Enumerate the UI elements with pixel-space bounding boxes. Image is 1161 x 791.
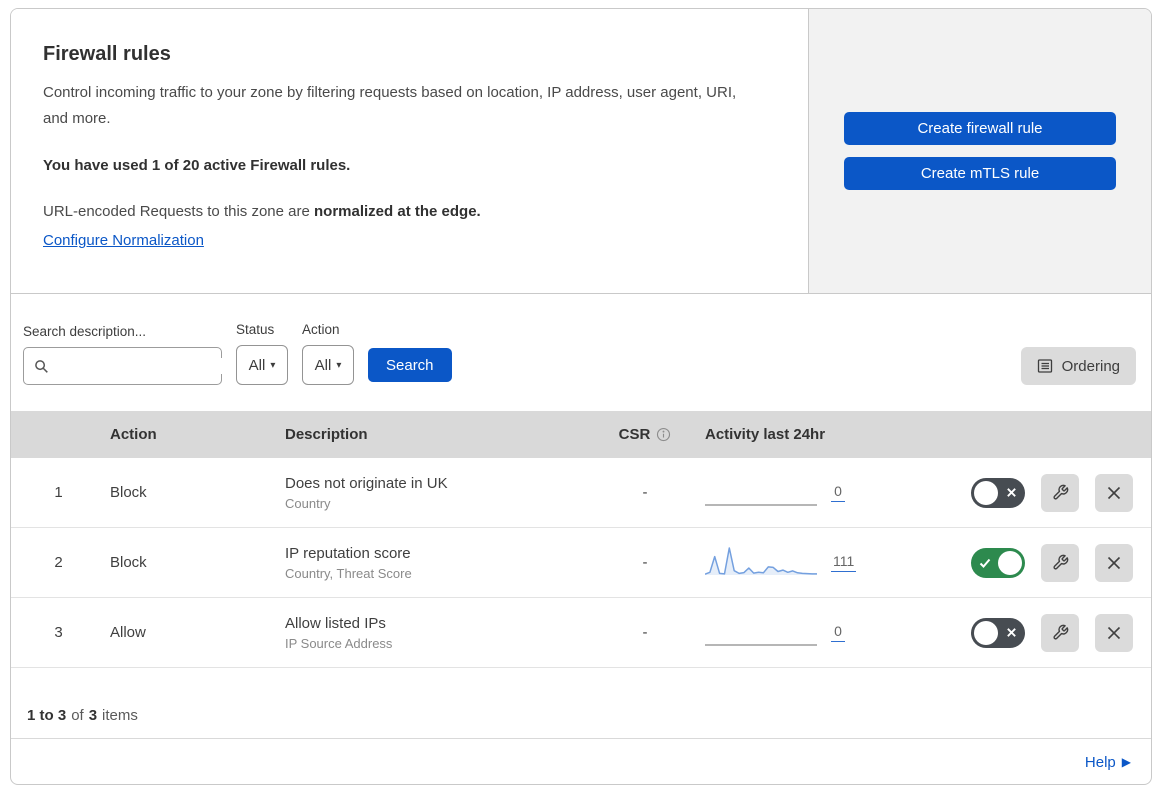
help-bar: Help ▶ — [11, 739, 1151, 784]
delete-rule-button[interactable] — [1095, 543, 1133, 582]
action-label: Action — [302, 322, 340, 337]
usage-summary: You have used 1 of 20 active Firewall ru… — [43, 157, 351, 174]
x-icon — [1006, 487, 1017, 498]
x-icon — [1006, 627, 1017, 638]
create-mtls-rule-button[interactable]: Create mTLS rule — [844, 157, 1116, 190]
activity-sparkline — [705, 503, 817, 506]
activity-count-link[interactable]: 0 — [831, 623, 845, 642]
search-box — [23, 347, 238, 385]
items-text: items — [102, 707, 138, 724]
page-description: Control incoming traffic to your zone by… — [43, 84, 737, 127]
rule-enabled-toggle[interactable] — [971, 547, 1025, 578]
rule-description: Allow listed IPs — [285, 614, 386, 632]
rule-description: IP reputation score — [285, 544, 411, 562]
ordering-label: Ordering — [1061, 357, 1120, 375]
edit-rule-button[interactable] — [1041, 543, 1079, 582]
create-firewall-rule-button[interactable]: Create firewall rule — [844, 112, 1116, 145]
rule-criteria: Country, Threat Score — [285, 565, 412, 581]
rule-csr: - — [642, 484, 648, 501]
toggle-knob — [998, 550, 1022, 575]
x-icon — [1106, 485, 1122, 501]
column-description: Description — [285, 426, 368, 443]
wrench-icon — [1052, 484, 1069, 501]
wrench-icon — [1052, 554, 1069, 571]
search-label: Search description... — [23, 324, 147, 339]
table-row: 3 Allow Allow listed IPs IP Source Addre… — [11, 598, 1151, 668]
search-icon — [34, 359, 49, 374]
info-icon[interactable] — [656, 427, 671, 442]
action-dropdown[interactable]: All ▾ — [302, 345, 354, 385]
edit-rule-button[interactable] — [1041, 613, 1079, 652]
filter-bar: Search description... Status All ▾ Actio… — [11, 294, 1151, 411]
table-row: 1 Block Does not originate in UK Country… — [11, 458, 1151, 528]
rule-criteria: IP Source Address — [285, 635, 393, 651]
delete-rule-button[interactable] — [1095, 613, 1133, 652]
actions-panel: Create firewall rule Create mTLS rule — [809, 9, 1151, 293]
rule-action: Block — [110, 554, 147, 571]
ordering-button[interactable]: Ordering — [1020, 347, 1136, 385]
normalization-note: URL-encoded Requests to this zone are no… — [43, 200, 768, 224]
normalization-bold: normalized at the edge. — [314, 203, 481, 220]
chevron-down-icon: ▾ — [270, 359, 276, 371]
x-icon — [1106, 555, 1122, 571]
rule-csr: - — [642, 624, 648, 641]
rule-enabled-toggle[interactable] — [971, 617, 1025, 648]
status-value: All — [248, 356, 266, 374]
page-title: Firewall rules — [43, 43, 171, 65]
activity-sparkline — [705, 546, 817, 575]
delete-rule-button[interactable] — [1095, 473, 1133, 512]
status-dropdown[interactable]: All ▾ — [236, 345, 288, 385]
column-csr: CSR — [618, 426, 651, 443]
toggle-knob — [974, 620, 998, 645]
x-icon — [1106, 625, 1122, 641]
intro-panel: Firewall rules Control incoming traffic … — [11, 9, 809, 293]
edit-rule-button[interactable] — [1041, 473, 1079, 512]
chevron-down-icon: ▾ — [336, 359, 342, 371]
rule-priority: 3 — [54, 624, 63, 641]
wrench-icon — [1052, 624, 1069, 641]
rule-action: Allow — [110, 624, 146, 641]
range-text: 1 to 3 — [27, 707, 67, 724]
column-action: Action — [110, 426, 157, 443]
normalization-text: URL-encoded Requests to this zone are — [43, 203, 310, 220]
activity-sparkline — [705, 643, 817, 646]
rule-csr: - — [642, 554, 648, 571]
help-link[interactable]: Help ▶ — [1085, 754, 1131, 771]
configure-normalization-link[interactable]: Configure Normalization — [43, 232, 204, 249]
top-section: Firewall rules Control incoming traffic … — [11, 9, 1151, 294]
rule-criteria: Country — [285, 495, 331, 511]
list-icon — [1037, 358, 1053, 374]
activity-count-link[interactable]: 111 — [831, 553, 857, 572]
status-label: Status — [236, 322, 275, 337]
rule-enabled-toggle[interactable] — [971, 477, 1025, 508]
rule-priority: 2 — [54, 554, 63, 571]
arrow-right-icon: ▶ — [1121, 755, 1131, 769]
table-row: 2 Block IP reputation score Country, Thr… — [11, 528, 1151, 598]
help-label: Help — [1084, 753, 1116, 771]
activity-count-link[interactable]: 0 — [831, 483, 845, 502]
rule-action: Block — [110, 484, 147, 501]
total-text: 3 — [88, 707, 98, 724]
table-header: Action Description CSR Activity last 24h… — [11, 411, 1151, 458]
rule-priority: 1 — [54, 484, 63, 501]
check-icon — [979, 557, 991, 569]
rule-description: Does not originate in UK — [285, 474, 448, 492]
column-activity: Activity last 24hr — [705, 426, 826, 443]
pagination-summary: 1 to 3 of 3 items — [11, 668, 1151, 739]
search-input[interactable] — [57, 358, 238, 374]
search-button[interactable]: Search — [368, 348, 452, 382]
of-text: of — [71, 707, 84, 724]
toggle-knob — [974, 480, 998, 505]
firewall-rules-card: Firewall rules Control incoming traffic … — [10, 8, 1152, 785]
action-value: All — [314, 356, 332, 374]
